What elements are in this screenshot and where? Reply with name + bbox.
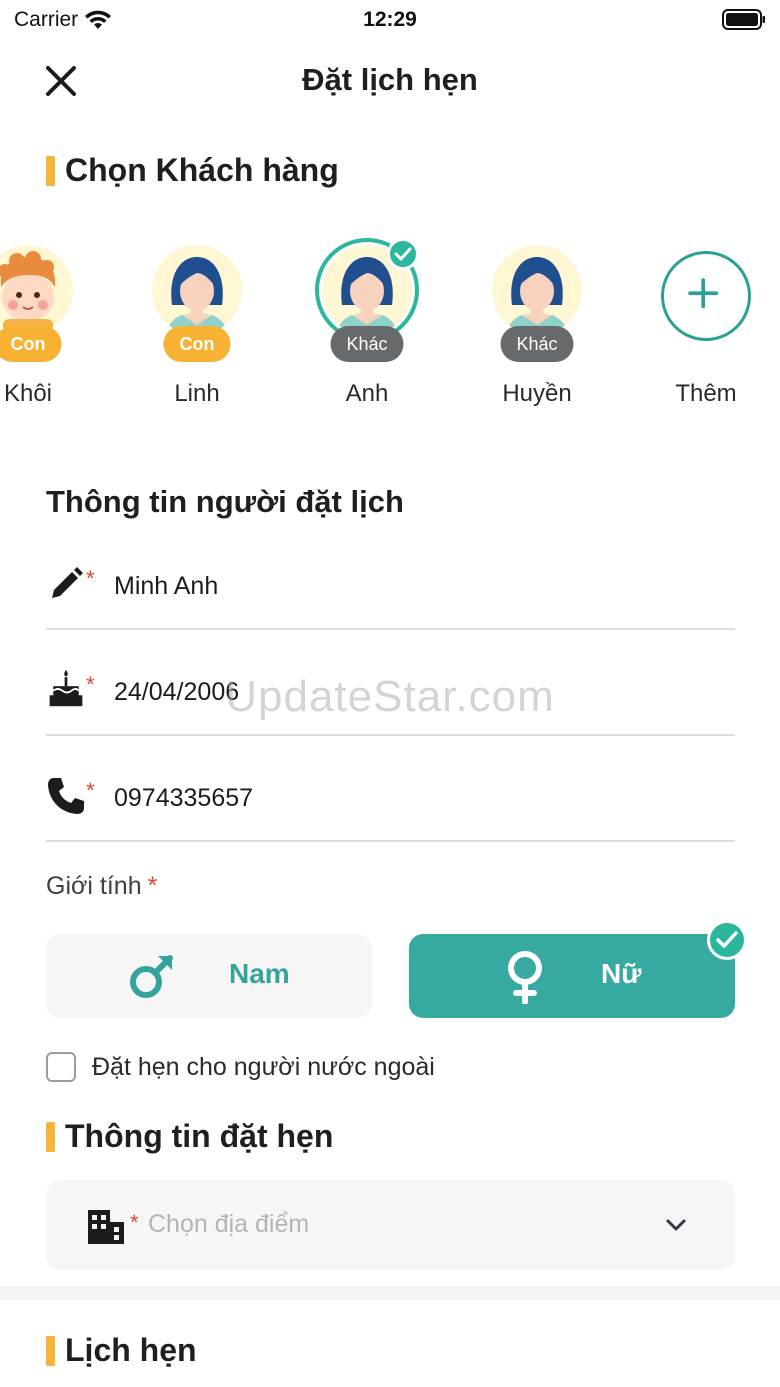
customer-name: Khôi — [3, 380, 53, 407]
status-time: 12:29 — [363, 8, 417, 31]
avatar: Con — [147, 240, 247, 362]
chevron-down-icon — [666, 1219, 686, 1231]
building-icon — [88, 1210, 124, 1244]
schedule-section-title-text: Lịch hẹn — [65, 1332, 197, 1368]
required-mark: * — [130, 1210, 139, 1235]
avatar: Khác — [487, 240, 587, 362]
section-divider — [0, 1286, 780, 1300]
boy-avatar-icon — [0, 245, 73, 335]
location-placeholder: Chọn địa điểm — [148, 1210, 310, 1238]
customer-item-linh[interactable]: Con Linh — [127, 240, 267, 407]
name-input[interactable]: Minh Anh — [114, 572, 674, 601]
section-accent-bar — [46, 1121, 55, 1152]
section-accent-bar — [46, 1335, 55, 1366]
check-icon — [387, 238, 419, 270]
foreign-booking-option[interactable]: Đặt hẹn cho người nước ngoài — [46, 1052, 435, 1082]
customer-list: Con Khôi Con Linh Khác Anh Khác Huyền Th… — [0, 238, 780, 420]
add-customer-label: Thêm — [675, 380, 737, 407]
booker-section-title: Thông tin người đặt lịch — [46, 484, 404, 519]
customer-name: Huyền — [502, 380, 572, 407]
girl-avatar-icon — [152, 245, 242, 335]
customer-item-khoi[interactable]: Con Khôi — [0, 240, 98, 407]
battery-icon — [722, 9, 765, 30]
gender-male-button[interactable]: Nam — [46, 934, 372, 1018]
female-symbol-icon — [508, 951, 542, 1004]
phone-icon — [48, 778, 84, 814]
customers-section-title: Chọn Khách hàng — [46, 152, 339, 189]
plus-icon — [661, 251, 751, 341]
phone-field[interactable]: * 0974335657 — [46, 736, 735, 842]
avatar: Khác — [315, 238, 419, 362]
customer-name: Linh — [174, 380, 220, 407]
role-badge: Con — [0, 326, 62, 362]
male-symbol-icon — [130, 955, 173, 998]
name-field[interactable]: * Minh Anh — [46, 524, 735, 630]
appointment-section-title-text: Thông tin đặt hẹn — [65, 1118, 334, 1154]
section-accent-bar — [46, 155, 55, 186]
header: Đặt lịch hẹn — [0, 48, 780, 112]
foreign-booking-checkbox[interactable] — [46, 1052, 76, 1082]
required-mark: * — [86, 778, 95, 803]
customer-item-huyen[interactable]: Khác Huyền — [467, 240, 607, 407]
gender-male-label: Nam — [229, 958, 290, 989]
schedule-section-title: Lịch hẹn — [46, 1332, 197, 1369]
gender-label-text: Giới tính — [46, 872, 142, 900]
page-title: Đặt lịch hẹn — [302, 62, 478, 97]
role-badge: Con — [163, 326, 231, 362]
foreign-booking-label: Đặt hẹn cho người nước ngoài — [92, 1052, 435, 1081]
gender-female-label: Nữ — [601, 958, 642, 989]
required-mark: * — [147, 872, 158, 900]
pencil-icon — [52, 567, 83, 598]
dob-input[interactable]: 24/04/2006 — [114, 678, 674, 707]
phone-input[interactable]: 0974335657 — [114, 784, 674, 813]
add-customer-button[interactable]: Thêm — [636, 240, 776, 407]
role-badge: Khác — [330, 326, 404, 362]
gender-female-button[interactable]: Nữ — [409, 920, 747, 1018]
birthday-cake-icon — [49, 669, 83, 707]
customer-name: Anh — [345, 380, 389, 407]
dob-field[interactable]: * 24/04/2006 — [46, 630, 735, 736]
status-bar: Carrier 12:29 — [0, 0, 780, 40]
customers-section-title-text: Chọn Khách hàng — [65, 152, 339, 188]
location-select[interactable]: * Chọn địa điểm — [46, 1180, 735, 1270]
required-mark: * — [86, 672, 95, 697]
role-badge: Khác — [500, 326, 574, 362]
appointment-section-title: Thông tin đặt hẹn — [46, 1118, 333, 1155]
girl-avatar-icon — [492, 245, 582, 335]
customer-item-anh[interactable]: Khác Anh — [297, 238, 437, 407]
avatar: Con — [0, 240, 78, 362]
gender-label: Giới tính * — [46, 872, 157, 901]
check-icon — [707, 920, 747, 960]
required-mark: * — [86, 566, 95, 591]
